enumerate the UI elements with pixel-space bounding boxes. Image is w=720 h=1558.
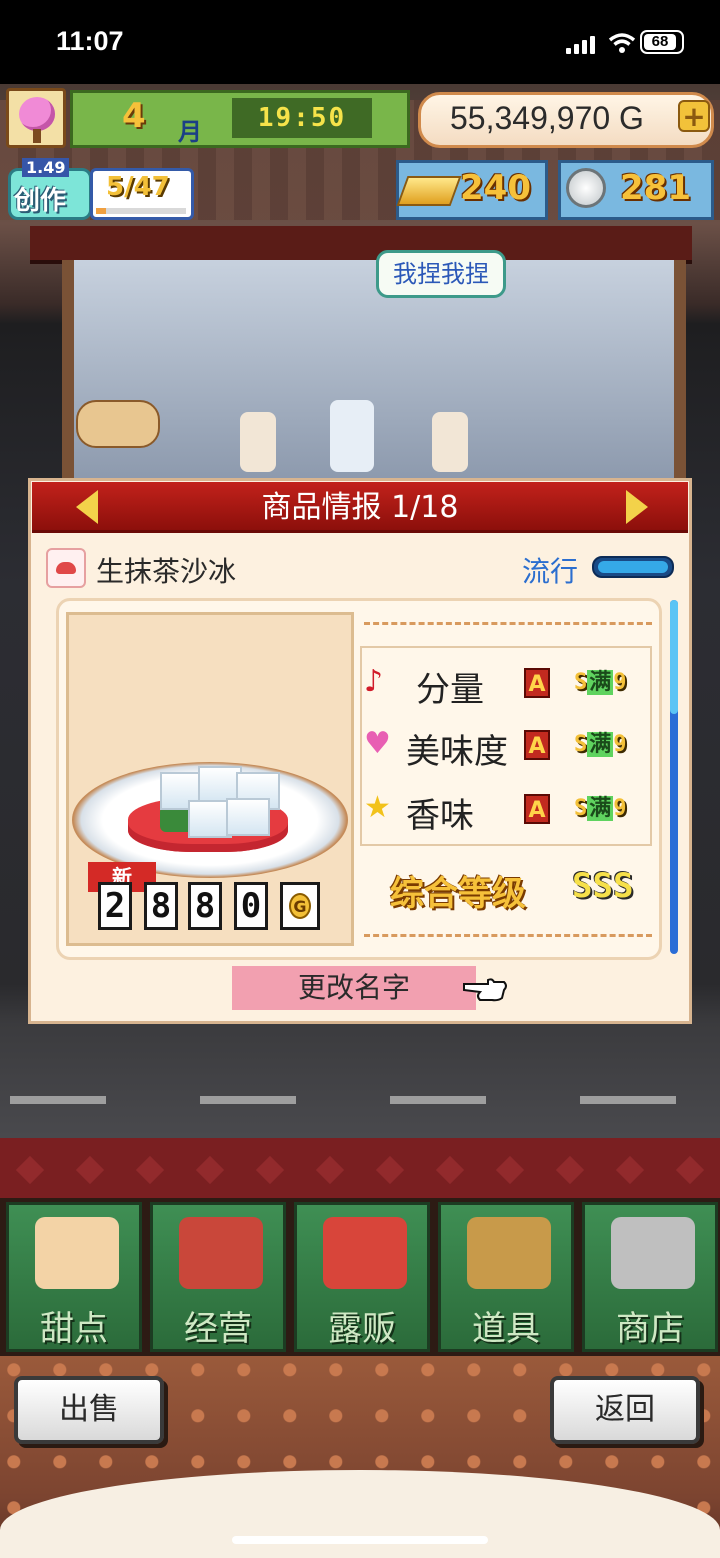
- road-lane-mark: [580, 1096, 676, 1104]
- stat-level: 9: [613, 670, 627, 695]
- nav-label: 商店: [616, 1309, 684, 1349]
- nav-item-shopping-cart[interactable]: 商店: [582, 1202, 718, 1352]
- back-button[interactable]: 返回: [550, 1376, 700, 1444]
- decor-strip: [0, 1138, 720, 1198]
- heart-icon: ♥: [364, 726, 391, 761]
- nav-item-gear-bag[interactable]: 道具: [438, 1202, 574, 1352]
- nav-label: 露贩: [328, 1309, 396, 1349]
- add-money-button[interactable]: +: [678, 100, 710, 132]
- stat-label: 香味: [406, 796, 474, 836]
- create-progress-bar: [96, 208, 186, 214]
- gold-count: 240: [460, 168, 531, 208]
- shopping-cart-icon: [611, 1217, 695, 1289]
- home-indicator[interactable]: [232, 1536, 488, 1544]
- max-badge: 满: [587, 732, 614, 757]
- cake-icon: [35, 1217, 119, 1289]
- road-lane-mark: [200, 1096, 296, 1104]
- shop-icon: [179, 1217, 263, 1289]
- create-level: 1.49: [22, 158, 70, 177]
- nav-item-food-truck[interactable]: 露贩: [294, 1202, 430, 1352]
- cellular-signal-icon: [566, 36, 600, 54]
- trend-bar: [592, 556, 674, 578]
- month-number: 4: [122, 96, 146, 136]
- create-label: 创作: [14, 186, 67, 216]
- sell-button[interactable]: 出售: [14, 1376, 164, 1444]
- max-badge: 满: [587, 796, 614, 821]
- next-arrow-icon[interactable]: [626, 490, 648, 524]
- road-lane-mark: [10, 1096, 106, 1104]
- chef-character[interactable]: [240, 412, 276, 472]
- shop-awning: [30, 226, 692, 264]
- pastry-chef-character[interactable]: [330, 400, 374, 472]
- nav-label: 甜点: [40, 1309, 108, 1349]
- status-time: 11:07: [56, 26, 124, 56]
- shop-window: [62, 260, 686, 490]
- trend-label: 流行: [522, 555, 579, 588]
- stat-grade: A: [524, 668, 550, 698]
- divider: [364, 934, 652, 937]
- gold-bar-icon: [396, 176, 462, 206]
- music-note-icon: ♪: [364, 664, 384, 699]
- scrollbar-thumb[interactable]: [670, 600, 678, 714]
- item-name: 生抹茶沙冰: [96, 555, 237, 588]
- cherry-tree-icon: [19, 97, 55, 131]
- overall-grade: SSS: [572, 866, 634, 906]
- overall-grade-label: 综合等级: [390, 874, 526, 914]
- chef-character[interactable]: [432, 412, 468, 472]
- silver-coin-icon: [566, 168, 606, 208]
- stat-max-level: S满9: [574, 732, 627, 757]
- stat-label: 分量: [416, 670, 484, 710]
- stat-max-level: S满9: [574, 796, 627, 821]
- cherry-tree-button[interactable]: [6, 88, 66, 148]
- battery-level: 68: [644, 34, 676, 50]
- battery-icon: 68: [640, 30, 684, 54]
- nav-label: 经营: [184, 1309, 252, 1349]
- stat-grade: A: [524, 730, 550, 760]
- panel-title: 商品情报 1/18: [261, 490, 459, 525]
- bread-display: [76, 400, 160, 448]
- speech-bubble: 我捏我捏: [376, 250, 506, 298]
- money-amount: 55,349,970 G: [450, 100, 644, 136]
- divider: [364, 622, 652, 625]
- stat-label: 美味度: [406, 732, 508, 772]
- gold-currency-icon: G: [280, 882, 320, 930]
- status-bar: 11:07 68: [0, 0, 720, 84]
- previous-arrow-icon[interactable]: [76, 490, 98, 524]
- nav-item-shop[interactable]: 经营: [150, 1202, 286, 1352]
- coin-count: 281: [620, 168, 691, 208]
- nav-label: 道具: [472, 1309, 540, 1349]
- price-digit: 2: [98, 882, 132, 930]
- price-digit: 8: [144, 882, 178, 930]
- ice-cube: [226, 798, 270, 836]
- stat-level: 9: [613, 796, 627, 821]
- price-digit: 8: [188, 882, 222, 930]
- stat-grade: A: [524, 794, 550, 824]
- create-count: 5/47: [106, 172, 170, 202]
- stat-max-level: S满9: [574, 670, 627, 695]
- road-lane-mark: [390, 1096, 486, 1104]
- gear-bag-icon: [467, 1217, 551, 1289]
- dessert-category-icon: [46, 548, 86, 588]
- scrollbar[interactable]: [670, 600, 678, 954]
- trend-fill: [598, 561, 669, 573]
- max-badge: 满: [587, 670, 614, 695]
- stat-level: 9: [613, 732, 627, 757]
- wifi-icon: [608, 33, 636, 53]
- price-digit: 0: [234, 882, 268, 930]
- pointing-hand-icon: [463, 978, 507, 1002]
- rename-button[interactable]: 更改名字: [232, 966, 476, 1010]
- food-truck-icon: [323, 1217, 407, 1289]
- nav-item-cake[interactable]: 甜点: [6, 1202, 142, 1352]
- star-icon: ★: [364, 790, 391, 825]
- create-progress-fill: [96, 208, 106, 214]
- game-clock: 19:50: [232, 98, 372, 138]
- month-label: 月: [178, 118, 202, 146]
